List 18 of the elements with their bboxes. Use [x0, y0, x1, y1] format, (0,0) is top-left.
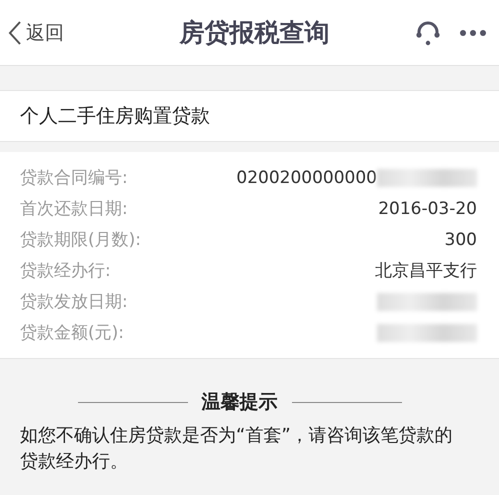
more-icon[interactable] [459, 28, 487, 36]
field-label: 贷款期限(月数): [20, 229, 141, 251]
field-value: 北京昌平支行 [375, 260, 477, 282]
field-label: 贷款发放日期: [20, 291, 128, 313]
field-value: 300 [444, 230, 477, 250]
field-value: 0200200000000 [236, 168, 377, 188]
tips-heading: 温馨提示 [202, 390, 278, 415]
back-button[interactable]: 返回 [8, 20, 64, 46]
section-title: 个人二手住房购置贷款 [0, 90, 499, 142]
chevron-left-icon [8, 20, 22, 46]
field-value: 2016-03-20 [378, 198, 477, 218]
headset-icon[interactable] [415, 20, 441, 46]
field-label: 首次还款日期: [20, 198, 128, 220]
page-title: 房贷报税查询 [180, 17, 330, 49]
field-label: 贷款金额(元): [20, 322, 124, 344]
field-label: 贷款经办行: [20, 260, 111, 282]
tips-text: 如您不确认住房贷款是否为“首套”，请咨询该笔贷款的贷款经办行。 [20, 424, 454, 474]
field-label: 贷款合同编号: [20, 167, 128, 189]
